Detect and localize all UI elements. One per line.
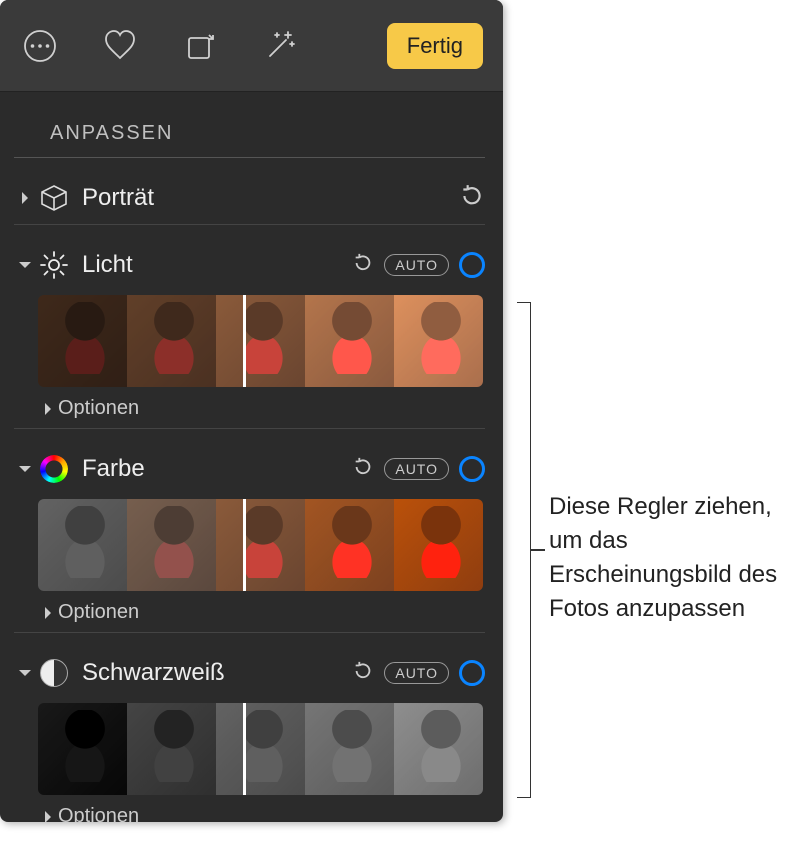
options-label: Optionen (58, 805, 139, 822)
group-color: Farbe AUTO Optionen (14, 443, 485, 633)
toolbar: Fertig (0, 0, 503, 92)
group-portrait: Porträt (14, 172, 485, 225)
enable-toggle[interactable] (459, 456, 485, 482)
disclosure-chevron-icon[interactable] (14, 190, 36, 206)
color-ring-icon (36, 451, 72, 487)
slider-handle[interactable] (243, 295, 246, 387)
group-label-portrait: Porträt (82, 184, 154, 212)
enable-toggle[interactable] (459, 252, 485, 278)
disclosure-chevron-icon[interactable] (14, 257, 36, 273)
panel-body: ANPASSEN Porträt Licht (0, 92, 503, 822)
disclosure-chevron-icon[interactable] (38, 605, 58, 621)
section-title-adjust: ANPASSEN (14, 92, 485, 158)
callout-text: Diese Regler ziehen, um das Erscheinungs… (549, 490, 789, 626)
callout-bracket (517, 302, 531, 798)
auto-button[interactable]: AUTO (384, 662, 449, 684)
callout-area: Diese Regler ziehen, um das Erscheinungs… (503, 0, 790, 843)
options-row-bw[interactable]: Optionen (14, 795, 485, 822)
adjust-panel: Fertig ANPASSEN Porträt (0, 0, 503, 822)
options-label: Optionen (58, 397, 139, 420)
divider (14, 428, 485, 429)
enable-toggle[interactable] (459, 660, 485, 686)
auto-button[interactable]: AUTO (384, 254, 449, 276)
disclosure-chevron-icon[interactable] (38, 401, 58, 417)
done-button[interactable]: Fertig (387, 23, 483, 69)
portrait-cube-icon (36, 180, 72, 216)
options-label: Optionen (58, 601, 139, 624)
divider (14, 632, 485, 633)
slider-handle[interactable] (243, 703, 246, 795)
more-icon[interactable] (20, 26, 60, 66)
color-slider[interactable] (38, 499, 483, 591)
options-row-light[interactable]: Optionen (14, 387, 485, 428)
disclosure-chevron-icon[interactable] (14, 665, 36, 681)
group-header-portrait: Porträt (14, 172, 485, 224)
favorite-heart-icon[interactable] (100, 26, 140, 66)
group-header-light: Licht AUTO (14, 239, 485, 291)
disclosure-chevron-icon[interactable] (38, 809, 58, 823)
reset-icon[interactable] (459, 183, 485, 214)
slider-handle[interactable] (243, 499, 246, 591)
group-header-bw: Schwarzweiß AUTO (14, 647, 485, 699)
reset-icon[interactable] (352, 456, 374, 483)
options-row-color[interactable]: Optionen (14, 591, 485, 632)
group-label-light: Licht (82, 251, 133, 279)
light-sun-icon (36, 247, 72, 283)
group-header-color: Farbe AUTO (14, 443, 485, 495)
bw-circle-icon (36, 655, 72, 691)
reset-icon[interactable] (352, 660, 374, 687)
auto-enhance-wand-icon[interactable] (260, 26, 300, 66)
reset-icon[interactable] (352, 252, 374, 279)
group-light: Licht AUTO Optionen (14, 239, 485, 429)
divider (14, 224, 485, 225)
group-label-color: Farbe (82, 455, 145, 483)
group-bw: Schwarzweiß AUTO Optionen (14, 647, 485, 822)
bw-slider[interactable] (38, 703, 483, 795)
light-slider[interactable] (38, 295, 483, 387)
callout-connector (531, 549, 545, 551)
auto-button[interactable]: AUTO (384, 458, 449, 480)
group-label-bw: Schwarzweiß (82, 659, 225, 687)
disclosure-chevron-icon[interactable] (14, 461, 36, 477)
crop-rotate-icon[interactable] (180, 26, 220, 66)
